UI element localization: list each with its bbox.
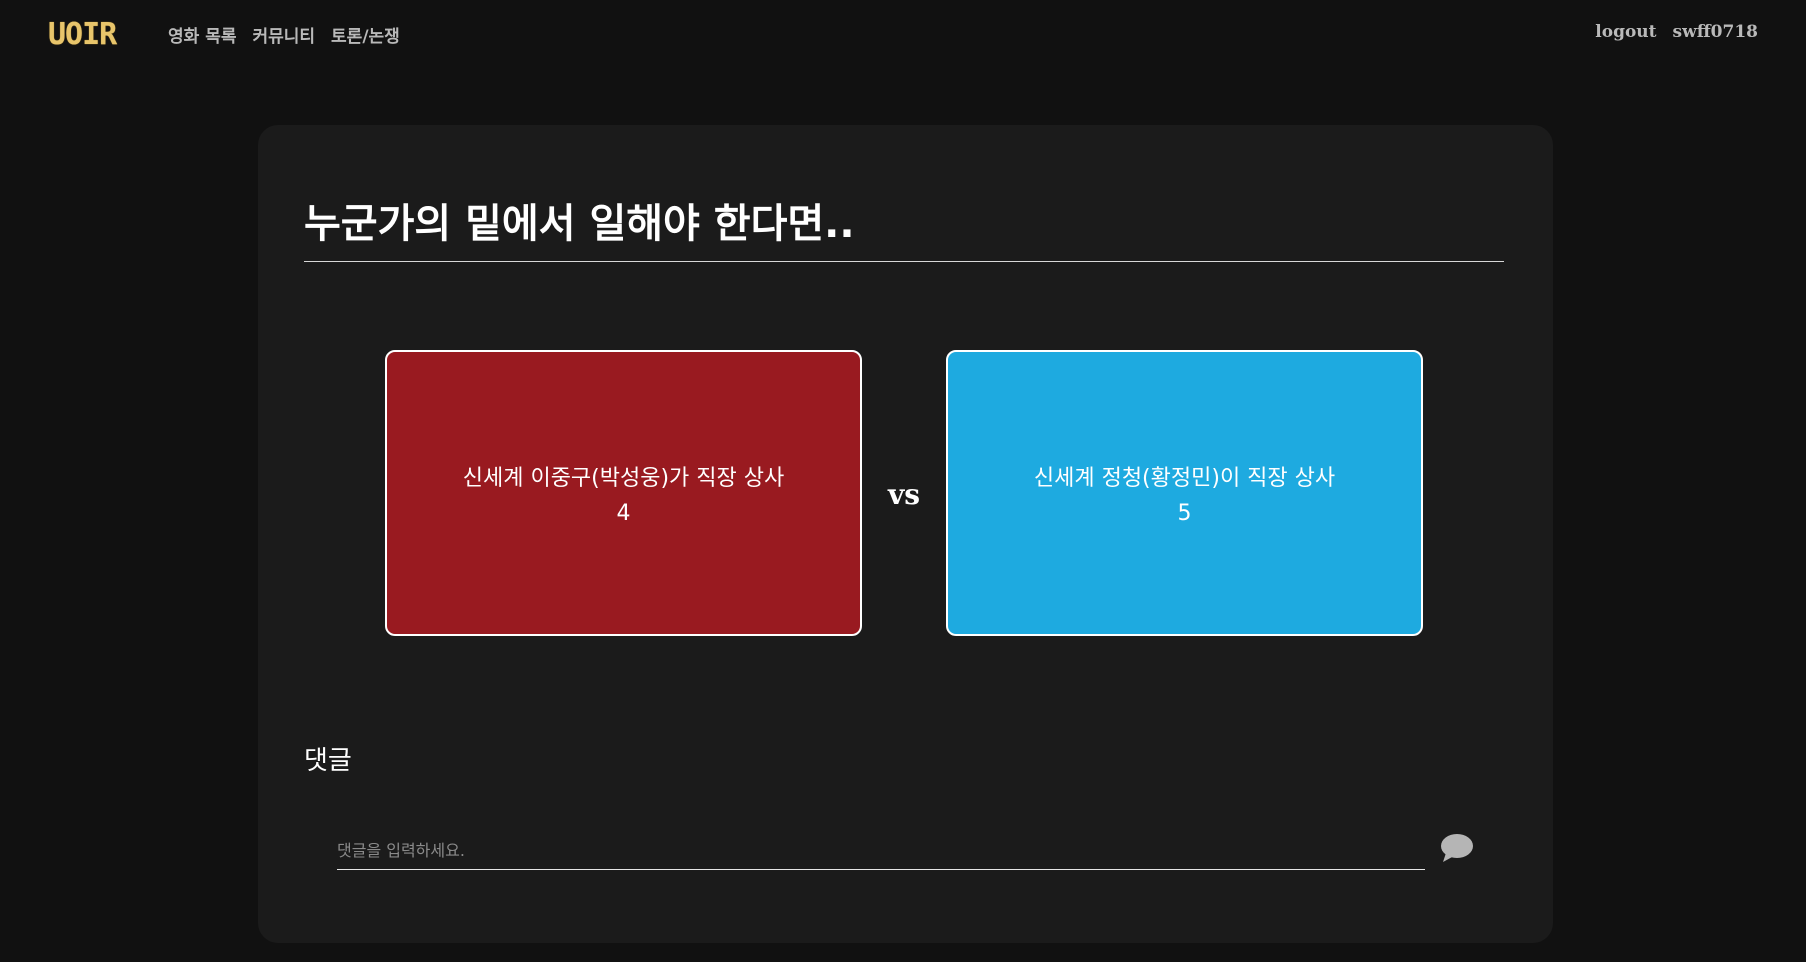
user-nav: logout swff0718 [1595,22,1758,42]
option-a-label: 신세계 이중구(박성웅)가 직장 상사 [462,466,785,491]
main-nav: 영화 목록 커뮤니티 토론/논쟁 [168,22,400,47]
logo-text[interactable]: UOIR [48,20,117,50]
title-divider [304,261,1504,262]
vs-label: vs [888,478,921,511]
site-logo[interactable]: UOIR [48,20,117,50]
option-b-label: 신세계 정청(황정민)이 직장 상사 [1033,466,1336,491]
nav-link-debate[interactable]: 토론/논쟁 [331,22,400,47]
option-a-card[interactable]: 신세계 이중구(박성웅)가 직장 상사 4 [385,350,862,636]
debate-title: 누군가의 밑에서 일해야 한다면.. [304,201,855,247]
username-link[interactable]: swff0718 [1673,22,1758,42]
comments-heading: 댓글 [304,746,352,776]
nav-link-movie-list[interactable]: 영화 목록 [168,22,236,47]
send-comment-button[interactable] [1440,833,1474,863]
logout-link[interactable]: logout [1595,22,1656,42]
speech-bubble-icon [1441,834,1473,862]
option-b-votes: 5 [1177,501,1192,526]
debate-card: 누군가의 밑에서 일해야 한다면.. 신세계 이중구(박성웅)가 직장 상사 4… [258,125,1553,943]
option-b-card[interactable]: 신세계 정청(황정민)이 직장 상사 5 [946,350,1423,636]
top-navbar: UOIR 영화 목록 커뮤니티 토론/논쟁 logout swff0718 [0,0,1806,70]
option-a-votes: 4 [616,501,631,526]
nav-link-community[interactable]: 커뮤니티 [252,22,315,47]
comment-input[interactable] [337,832,1425,870]
